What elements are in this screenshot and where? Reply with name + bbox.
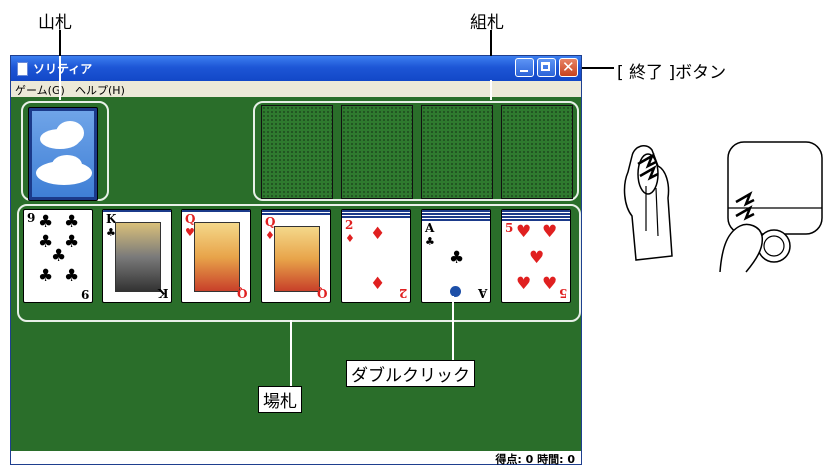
foundation-slot-1[interactable] xyxy=(261,105,333,199)
menu-game[interactable]: ゲーム(G) xyxy=(15,82,65,98)
card-back-edge xyxy=(422,216,490,218)
tableau-card-6[interactable]: A ♣ ♣ A xyxy=(421,209,491,303)
maximize-button[interactable] xyxy=(537,58,556,77)
tableau-card-3[interactable]: Q ♥ Q xyxy=(181,209,251,303)
tableau-card-1[interactable]: 9 ♣ ♣ ♣ ♣ ♣ ♣ ♣ 9 xyxy=(23,209,93,303)
double-click-callout-label: ダブルクリック xyxy=(346,360,475,387)
heart-pip-icon: ♥ xyxy=(516,274,532,294)
menu-help[interactable]: ヘルプ(H) xyxy=(75,82,125,98)
cloud-shape xyxy=(56,121,84,145)
app-icon xyxy=(17,62,28,76)
foundation-slot-4[interactable] xyxy=(501,105,573,199)
foundation-slot-2[interactable] xyxy=(341,105,413,199)
card-rank-bottom: Q xyxy=(236,286,247,300)
close-button[interactable]: ✕ xyxy=(559,58,578,77)
minimize-icon xyxy=(520,70,528,72)
heart-pip-icon: ♥ xyxy=(529,248,545,268)
stock-callout-line xyxy=(59,56,61,100)
club-pip-icon: ♣ xyxy=(64,232,80,252)
card-rank-bottom: K xyxy=(157,286,168,300)
stock-pile[interactable] xyxy=(28,107,98,201)
heart-pip-icon: ♥ xyxy=(542,274,558,294)
foundation-slot-3[interactable] xyxy=(421,105,493,199)
club-pip-icon: ♣ xyxy=(51,246,67,266)
club-pip-icon: ♣ xyxy=(64,266,80,286)
close-callout-line xyxy=(578,67,614,69)
foundation-callout-label: 組札 xyxy=(470,13,504,33)
card-back-edge xyxy=(342,210,410,212)
tableau-card-4[interactable]: Q ♦ Q xyxy=(261,209,331,303)
card-rank-bottom: 5 xyxy=(558,286,567,300)
card-back-edge xyxy=(422,213,490,215)
tableau-card-5[interactable]: 2 ♦ ♦ ♦ 2 xyxy=(341,209,411,303)
card-rank-bottom: A xyxy=(477,286,487,300)
club-pip-icon: ♣ xyxy=(425,235,435,248)
cloud-shape xyxy=(52,155,82,175)
diamond-pip-icon: ♦ xyxy=(345,232,355,245)
card-back-edge xyxy=(422,210,490,212)
diamond-pip-icon: ♦ xyxy=(370,274,386,294)
foundation-callout-line xyxy=(490,80,492,100)
card-back-edge xyxy=(502,216,570,218)
queen-portrait xyxy=(274,226,320,292)
club-pip-icon: ♣ xyxy=(64,212,80,232)
tableau-callout-line xyxy=(290,320,292,386)
club-pip-icon: ♣ xyxy=(449,248,465,268)
queen-portrait xyxy=(194,222,240,292)
maximize-icon xyxy=(541,62,550,71)
stock-callout-line xyxy=(59,30,61,56)
close-button-callout-label: [ 終了 ]ボタン xyxy=(617,63,727,83)
menu-bar: ゲーム(G) ヘルプ(H) xyxy=(11,81,581,97)
diamond-pip-icon: ♦ xyxy=(370,224,386,244)
title-bar[interactable]: ソリティア ✕ xyxy=(11,56,581,81)
foundation-callout-line xyxy=(490,30,492,56)
card-back-image xyxy=(32,111,94,197)
heart-pip-icon: ♥ xyxy=(516,222,532,242)
score-time-status: 得点: 0 時間: 0 xyxy=(495,453,575,466)
card-rank: 5 xyxy=(505,221,514,235)
card-back-edge xyxy=(502,210,570,212)
card-back-edge xyxy=(342,213,410,215)
close-icon: ✕ xyxy=(562,58,575,76)
club-pip-icon: ♣ xyxy=(38,212,54,232)
card-rank-bottom: 9 xyxy=(80,287,89,301)
touchpad-hand-illustration xyxy=(719,141,823,273)
heart-pip-icon: ♥ xyxy=(542,222,558,242)
minimize-button[interactable] xyxy=(515,58,534,77)
king-portrait xyxy=(115,222,161,292)
window-title: ソリティア xyxy=(33,62,93,76)
card-rank-bottom: 2 xyxy=(398,286,407,300)
card-back-edge xyxy=(502,213,570,215)
double-click-callout-line xyxy=(452,296,454,360)
club-pip-icon: ♣ xyxy=(38,266,54,286)
card-rank-bottom: Q xyxy=(316,286,327,300)
tableau-callout-label: 場札 xyxy=(258,386,302,413)
tableau-card-7[interactable]: 5 ♥ ♥ ♥ ♥ ♥ 5 xyxy=(501,209,571,303)
mouse-hand-illustration xyxy=(623,145,673,261)
status-bar: 得点: 0 時間: 0 xyxy=(11,451,581,466)
card-rank: 9 xyxy=(27,211,36,225)
tableau-card-2[interactable]: K ♣ K xyxy=(102,209,172,303)
card-back-edge xyxy=(262,210,330,212)
stock-callout-label: 山札 xyxy=(38,13,72,33)
